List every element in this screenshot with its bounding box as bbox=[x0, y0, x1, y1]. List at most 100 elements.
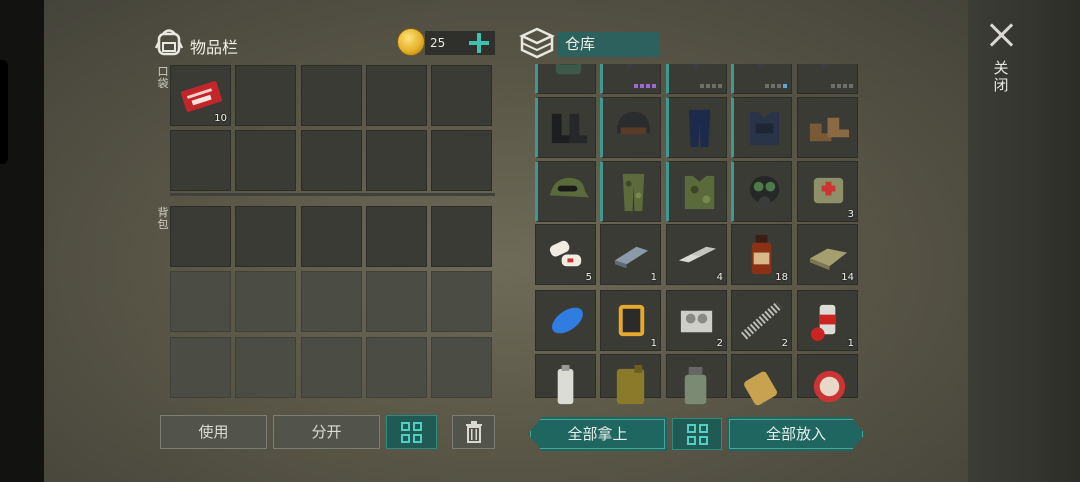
left-edge bbox=[0, 0, 44, 482]
bottle-cap-icon bbox=[813, 370, 846, 403]
item-count: 18 bbox=[775, 272, 788, 283]
leather-boots-icon bbox=[809, 117, 850, 142]
pocket-slot[interactable] bbox=[366, 130, 427, 191]
warehouse-slot[interactable]: 2 bbox=[666, 290, 727, 351]
put-all-button[interactable]: 全部放入 bbox=[727, 417, 865, 451]
pocket-slot[interactable] bbox=[301, 65, 362, 126]
backpack-slot[interactable] bbox=[301, 337, 362, 398]
backpack-slot[interactable] bbox=[366, 271, 427, 332]
backpack-slot[interactable] bbox=[170, 271, 231, 332]
warehouse-slot[interactable]: 1 bbox=[600, 224, 661, 285]
body-armor-vest-icon bbox=[749, 111, 780, 146]
close-icon[interactable] bbox=[988, 22, 1014, 48]
warehouse-slot[interactable]: 14 bbox=[797, 224, 858, 285]
spring-icon bbox=[740, 301, 783, 340]
pocket-slot[interactable] bbox=[301, 130, 362, 191]
backpack-slot[interactable] bbox=[301, 206, 362, 267]
warehouse-slot[interactable] bbox=[535, 290, 596, 351]
camo-pants-icon bbox=[622, 173, 645, 212]
warehouse-slot[interactable] bbox=[666, 97, 727, 158]
warehouse-slot[interactable]: 18 bbox=[731, 224, 792, 285]
warehouse-slot[interactable] bbox=[535, 161, 596, 222]
grid-sort-icon bbox=[687, 424, 709, 446]
item-count: 1 bbox=[847, 338, 854, 349]
backpack-slot[interactable] bbox=[170, 337, 231, 398]
backpack-slot[interactable] bbox=[235, 337, 296, 398]
warehouse-slot[interactable] bbox=[666, 161, 727, 222]
warehouse-crate-icon bbox=[519, 27, 555, 59]
warehouse-slot[interactable]: 1 bbox=[797, 290, 858, 351]
backpack-slot[interactable] bbox=[431, 206, 492, 267]
item-count: 10 bbox=[214, 113, 227, 124]
item-count: 3 bbox=[847, 209, 854, 220]
jerrycan-icon bbox=[616, 364, 645, 405]
pocket-slot[interactable] bbox=[235, 130, 296, 191]
warehouse-slot[interactable] bbox=[535, 97, 596, 158]
spray-paint-icon bbox=[810, 304, 836, 342]
aluminum-bar-icon bbox=[678, 246, 717, 263]
pocket-backpack-divider bbox=[170, 193, 495, 196]
warehouse-slot[interactable] bbox=[600, 354, 661, 405]
backpack-slot[interactable] bbox=[301, 271, 362, 332]
right-sidebar bbox=[968, 0, 1080, 482]
oil-filter-icon bbox=[618, 304, 645, 337]
backpack-slot[interactable] bbox=[366, 206, 427, 267]
backpack-slot[interactable] bbox=[235, 206, 296, 267]
tab-warehouse[interactable]: 仓库 bbox=[557, 32, 660, 57]
item-count: 5 bbox=[585, 272, 592, 283]
item-count: 1 bbox=[650, 272, 657, 283]
tactical-helmet-icon bbox=[616, 111, 651, 135]
backpack-slot[interactable] bbox=[431, 271, 492, 332]
trash-button[interactable] bbox=[452, 415, 495, 449]
use-button[interactable]: 使用 bbox=[160, 415, 267, 449]
quality-dots bbox=[634, 84, 656, 88]
split-button[interactable]: 分开 bbox=[273, 415, 380, 449]
quality-dots bbox=[700, 84, 722, 88]
pocket-slot[interactable] bbox=[366, 65, 427, 126]
item-count: 2 bbox=[781, 338, 788, 349]
screen-notch bbox=[0, 60, 8, 164]
spray-can-icon bbox=[557, 364, 574, 405]
pocket-slot[interactable] bbox=[431, 65, 492, 126]
warehouse-slot[interactable] bbox=[600, 97, 661, 158]
add-coins-plus-icon[interactable] bbox=[469, 33, 489, 53]
pocket-slot[interactable] bbox=[235, 65, 296, 126]
backpack-slot[interactable] bbox=[235, 271, 296, 332]
pocket-slot[interactable] bbox=[431, 130, 492, 191]
coin-icon bbox=[397, 28, 425, 56]
bandages-icon bbox=[549, 240, 582, 267]
warehouse-slot[interactable]: 3 bbox=[797, 161, 858, 222]
inventory-title: 物品栏 bbox=[190, 38, 239, 57]
sort-warehouse-button[interactable] bbox=[672, 418, 722, 450]
fuel-tank-icon bbox=[552, 307, 583, 334]
item-count: 2 bbox=[716, 338, 723, 349]
camo-cap-goggles-icon bbox=[549, 177, 590, 198]
warehouse-slot[interactable] bbox=[666, 354, 727, 405]
warehouse-slot[interactable] bbox=[731, 354, 792, 406]
backpack-label: 背包 bbox=[157, 206, 169, 231]
warehouse-slot[interactable] bbox=[797, 354, 858, 403]
warehouse-slot[interactable] bbox=[535, 354, 596, 405]
warehouse-slot[interactable]: 5 bbox=[535, 224, 596, 285]
pocket-slot[interactable]: 10 bbox=[170, 65, 231, 126]
warehouse-slot[interactable] bbox=[731, 161, 792, 222]
item-count: 14 bbox=[841, 272, 854, 283]
warehouse-slot[interactable]: 1 bbox=[600, 290, 661, 351]
backpack-slot[interactable] bbox=[170, 206, 231, 267]
quality-dots bbox=[831, 84, 853, 88]
warehouse-slot[interactable] bbox=[731, 97, 792, 158]
warehouse-slot[interactable]: 4 bbox=[666, 224, 727, 285]
trash-icon bbox=[466, 421, 482, 443]
warehouse-slot[interactable]: 2 bbox=[731, 290, 792, 351]
take-all-button[interactable]: 全部拿上 bbox=[528, 417, 667, 451]
backpack-slot[interactable] bbox=[366, 337, 427, 398]
close-label[interactable]: 关闭 bbox=[990, 60, 1012, 94]
backpack-slot[interactable] bbox=[431, 337, 492, 398]
camo-vest-icon bbox=[684, 175, 715, 210]
pocket-slot[interactable] bbox=[170, 130, 231, 191]
warehouse-slot[interactable] bbox=[600, 161, 661, 222]
sort-inventory-button[interactable] bbox=[386, 415, 437, 449]
warehouse-slot[interactable] bbox=[797, 97, 858, 158]
glue-bottle-icon bbox=[684, 366, 707, 405]
item-count: 4 bbox=[716, 272, 723, 283]
